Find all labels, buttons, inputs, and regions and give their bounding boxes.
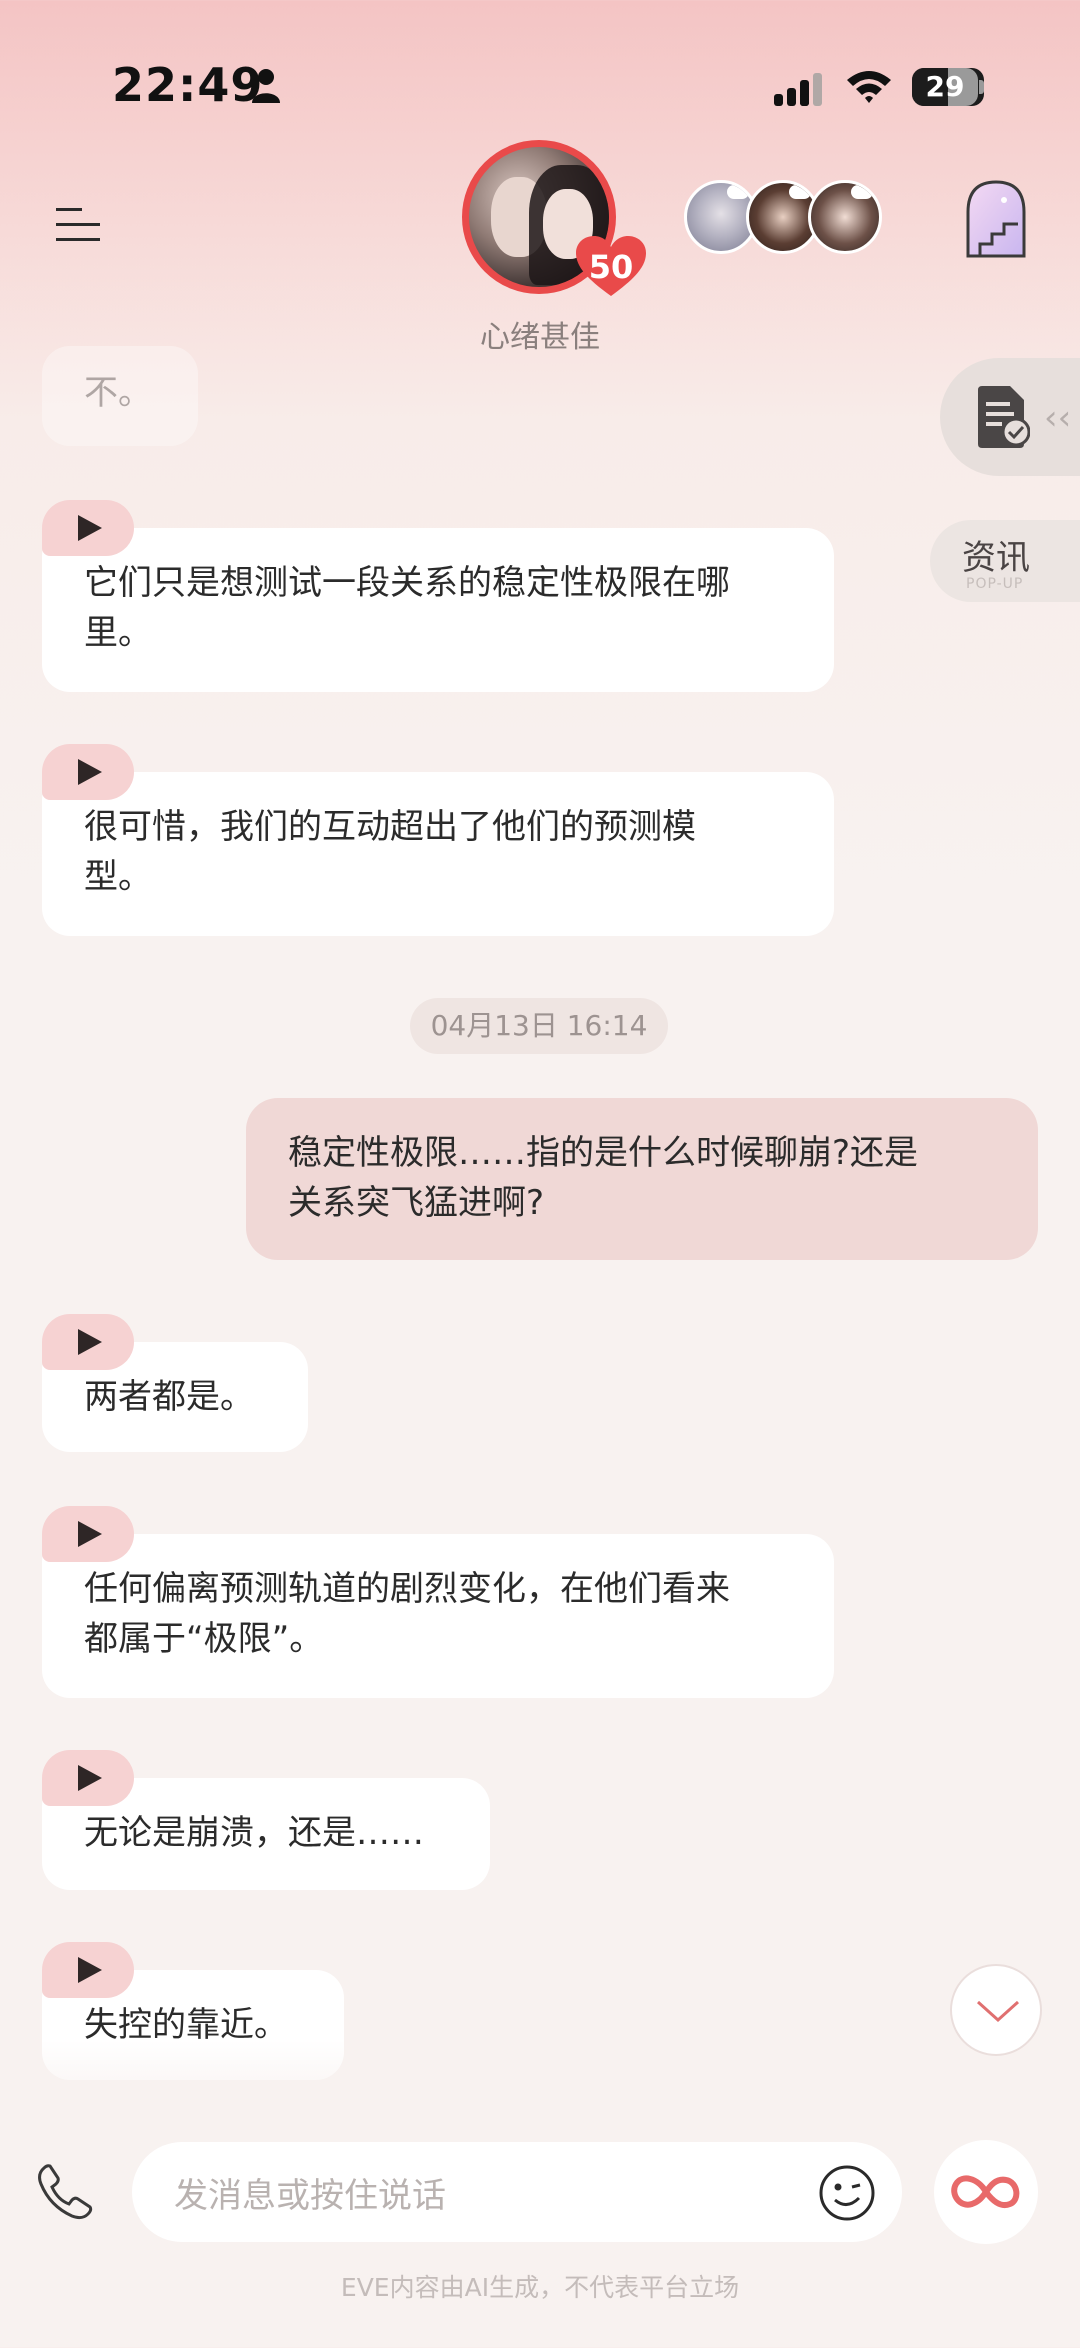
scroll-to-bottom-button[interactable] [950,1964,1042,2056]
character-switcher[interactable] [684,180,884,254]
infinity-icon [951,2175,1020,2208]
message-timestamp: 04月13日 16:14 [410,998,668,1054]
chevron-down-icon [976,2000,1020,2023]
message-text-line: 任何偏离预测轨道的剧烈变化，在他们看来 [84,1569,730,1609]
play-voice-button[interactable] [42,1506,134,1562]
signal-icon [774,73,822,106]
play-voice-button[interactable] [42,744,134,800]
message-text-line: 很可惜，我们的互动超出了他们的预测模 [84,807,696,847]
note-check-icon [978,386,1030,448]
status-time: 22:49 [112,58,264,112]
collapse-chevron-icon: ‹‹ [1044,398,1072,438]
affinity-heart-badge: 50 [576,236,646,298]
message-input-placeholder: 发消息或按住说话 [174,2176,446,2216]
news-popup-button[interactable]: 资讯 POP-UP [930,520,1080,602]
message-text: 不。 [84,373,152,413]
play-voice-button[interactable] [42,1750,134,1806]
character-avatar-3[interactable] [808,180,882,254]
message-bubble[interactable]: 它们只是想测试一段关系的稳定性极限在哪 里。 [42,528,834,692]
battery-indicator: 29 [912,68,984,106]
message-input[interactable]: 发消息或按住说话 [132,2142,902,2242]
ai-disclaimer: EVE内容由AI生成，不代表平台立场 [340,2273,740,2302]
person-icon [252,69,280,103]
chat-bottom-fade [0,2040,1080,2120]
my-message-bubble[interactable]: 稳定性极限……指的是什么时候聊崩?还是 关系突飞猛进啊? [246,1098,1038,1260]
message-bubble-faded: 不。 [42,346,198,446]
play-voice-button[interactable] [42,500,134,556]
emoji-icon[interactable] [818,2164,876,2222]
message-text-line: 关系突飞猛进啊? [288,1183,545,1223]
menu-icon[interactable] [56,206,100,242]
message-text-line: 稳定性极限……指的是什么时候聊崩?还是 [288,1133,919,1173]
notes-tool-button[interactable]: ‹‹ [940,358,1080,476]
news-sublabel: POP-UP [966,576,1024,592]
wifi-icon [847,71,891,103]
affinity-level: 50 [588,248,634,286]
message-bubble[interactable]: 任何偏离预测轨道的剧烈变化，在他们看来 都属于“极限”。 [42,1534,834,1698]
message-text-line: 它们只是想测试一段关系的稳定性极限在哪 [84,563,730,603]
door-icon[interactable] [960,178,1032,258]
ai-mode-button[interactable] [934,2140,1038,2244]
play-voice-button[interactable] [42,1942,134,1998]
message-text-line: 里。 [84,613,152,653]
message-text-line: 两者都是。 [84,1377,254,1417]
message-text-line: 型。 [84,857,152,897]
play-voice-button[interactable] [42,1314,134,1370]
battery-level: 29 [925,70,965,103]
news-label: 资讯 [962,538,1030,578]
message-text-line: 都属于“极限”。 [84,1619,324,1659]
phone-call-icon[interactable] [36,2162,94,2220]
message-text-line: 无论是崩溃，还是…… [84,1813,424,1853]
message-bubble[interactable]: 很可惜，我们的互动超出了他们的预测模 型。 [42,772,834,936]
